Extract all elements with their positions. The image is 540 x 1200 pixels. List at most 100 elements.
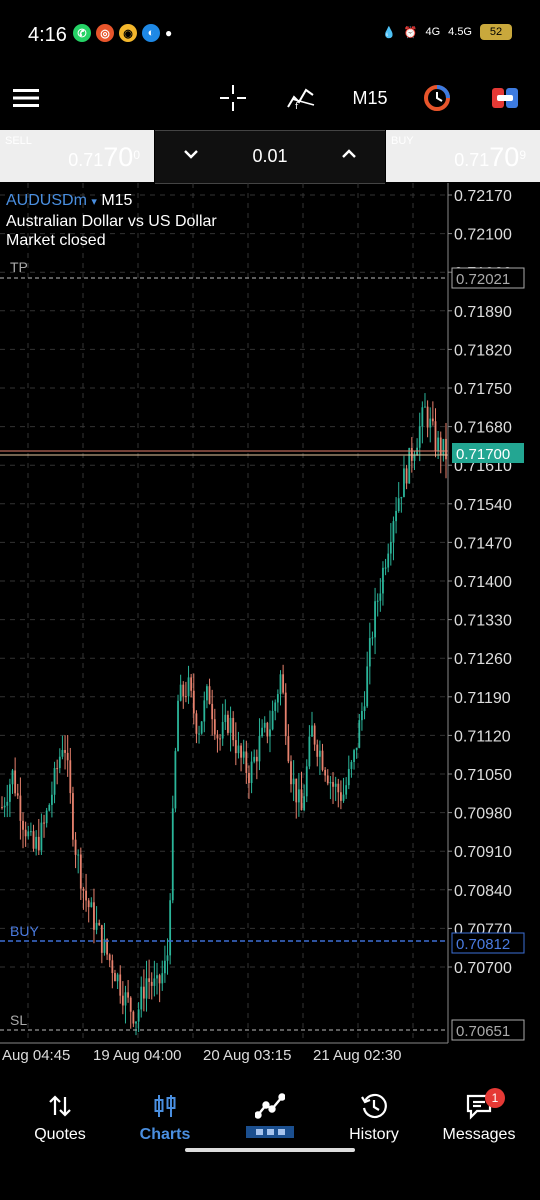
candle-body [56, 768, 59, 770]
nav-quotes[interactable]: Quotes [10, 1090, 110, 1150]
candle-body [358, 720, 361, 748]
trade-panel-toggle-icon[interactable] [488, 78, 522, 118]
price-tick-label: 0.71400 [454, 574, 512, 591]
home-indicator[interactable] [185, 1148, 355, 1152]
sl-label: SL [10, 1012, 27, 1028]
candle-body [156, 975, 158, 979]
price-tick-label: 0.72100 [454, 227, 512, 244]
crosshair-icon[interactable] [218, 78, 248, 118]
price-tick-label: 0.71330 [454, 613, 512, 630]
chart-toolbar: f M15 [0, 70, 540, 128]
candle-body [400, 497, 403, 499]
price-tick-label: 0.71680 [454, 420, 512, 437]
candle-body [79, 854, 82, 889]
time-tick-label: 21 Aug 02:30 [313, 1047, 401, 1064]
candle-body [431, 418, 434, 422]
price-tick-label: 0.70840 [454, 883, 512, 900]
nav-messages[interactable]: 1 Messages [429, 1088, 529, 1150]
one-click-trading-icon[interactable] [420, 78, 454, 118]
candle-body [137, 1009, 140, 1022]
candle-body [37, 836, 40, 851]
menu-icon[interactable] [10, 78, 42, 118]
candle-body [258, 736, 261, 762]
nav-charts[interactable]: Charts [115, 1090, 215, 1150]
indicators-icon[interactable]: f [284, 78, 318, 118]
candle-body [158, 975, 161, 984]
candle-body [219, 738, 221, 740]
candle-body [198, 733, 200, 735]
price-tick-label: 0.70910 [454, 844, 512, 861]
candle-body [245, 751, 248, 773]
sell-button[interactable]: SELL 0.71700 [0, 130, 154, 182]
chart-grid [0, 183, 452, 1043]
candle-body [313, 725, 316, 745]
more-notifications-icon: ● [165, 26, 173, 40]
nav-trade[interactable] [220, 1090, 320, 1150]
timeframe-button[interactable]: M15 [348, 78, 392, 118]
candle-body [326, 775, 329, 784]
candle-body [27, 831, 30, 837]
candle-body [392, 521, 395, 542]
candle-body [132, 1011, 135, 1024]
candle-body [195, 713, 198, 734]
buy-order-label[interactable]: BUY [10, 923, 39, 939]
nav-history[interactable]: History [324, 1090, 424, 1150]
time-tick-label: 19 Aug 04:00 [93, 1047, 181, 1064]
candle-body [229, 717, 232, 733]
chart-area[interactable]: 0.721700.721000.719600.718900.718200.717… [0, 183, 540, 1068]
candle-body [221, 722, 224, 739]
chart-info-overlay: AUDUSDm ▾ M15 Australian Dollar vs US Do… [6, 191, 217, 250]
symbol-dropdown-icon[interactable]: ▾ [91, 196, 97, 208]
candle-body [382, 567, 384, 594]
price-tick-label: 0.71260 [454, 651, 512, 668]
candle-body [224, 714, 227, 723]
candle-body [361, 711, 363, 721]
network-4g: 4G [425, 26, 441, 38]
candle-body [282, 674, 285, 693]
candle-body [297, 789, 300, 803]
candle-body [111, 960, 114, 974]
candle-body [303, 796, 306, 811]
candle-body [90, 902, 93, 908]
price-tick-label: 0.70700 [454, 960, 512, 977]
candle-body [64, 750, 66, 753]
symbol-description: Australian Dollar vs US Dollar [6, 213, 217, 230]
status-bar: 4:16 ✆ ◎ ◉ ◐ ● 💧 ⏰ 4G 4.5G 52 [0, 0, 540, 70]
candle-body [311, 725, 313, 737]
volume-increase-icon[interactable] [341, 147, 357, 165]
app-browser-icon: ◐ [142, 24, 160, 42]
candle-body [213, 719, 216, 735]
candle-body [53, 768, 56, 795]
candle-body [347, 768, 350, 786]
candle-body [439, 437, 442, 456]
market-status: Market closed [6, 232, 106, 249]
symbol-name[interactable]: AUDUSDm [6, 192, 87, 209]
candle-body [253, 756, 256, 762]
price-chart[interactable]: 0.721700.721000.719600.718900.718200.717… [0, 183, 540, 1068]
candle-body [279, 674, 282, 695]
candle-body [82, 888, 85, 891]
candle-body [153, 978, 156, 986]
candle-body [3, 805, 6, 808]
candle-body [316, 744, 319, 757]
candle-body [203, 700, 206, 722]
network-45g: 4.5G [448, 26, 472, 38]
candle-body [77, 854, 80, 856]
price-tick-label: 0.71050 [454, 767, 512, 784]
candles-icon [115, 1090, 215, 1122]
candle-body [58, 756, 61, 769]
candle-body [187, 677, 190, 697]
candle-body [16, 793, 19, 796]
buy-button[interactable]: BUY 0.71709 [386, 130, 540, 182]
candle-body [29, 831, 32, 833]
candle-body [232, 717, 235, 741]
candle-body [261, 727, 263, 737]
candle-body [250, 761, 253, 783]
candle-body [237, 745, 240, 754]
candle-body [161, 973, 164, 984]
candle-body [290, 761, 292, 785]
candle-body [295, 778, 298, 803]
buy-price: 0.71709 [454, 142, 526, 172]
whatsapp-icon: ✆ [73, 24, 91, 42]
candle-body [179, 684, 182, 701]
